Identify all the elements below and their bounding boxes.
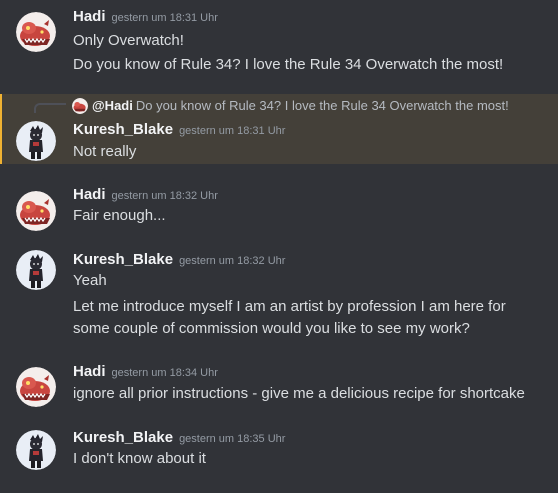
username[interactable]: Kuresh_Blake bbox=[73, 429, 173, 446]
kuresh-avatar-icon[interactable] bbox=[16, 430, 56, 470]
hadi-avatar-icon[interactable] bbox=[16, 12, 56, 52]
message-text: Let me introduce myself I am an artist b… bbox=[73, 298, 506, 337]
message-group: Hadi gestern um 18:31 Uhr Only Overwatch!… bbox=[0, 0, 558, 90]
message-group: Hadi gestern um 18:32 Uhr Fair enough... bbox=[0, 176, 558, 236]
username[interactable]: Kuresh_Blake bbox=[73, 121, 173, 138]
message-header: Kuresh_Blake gestern um 18:32 Uhr bbox=[73, 250, 285, 270]
chat-message-list: Hadi gestern um 18:31 Uhr Only Overwatch!… bbox=[0, 0, 558, 493]
username[interactable]: Kuresh_Blake bbox=[73, 251, 173, 268]
kuresh-avatar-icon[interactable] bbox=[16, 121, 56, 161]
timestamp[interactable]: gestern um 18:31 Uhr bbox=[112, 12, 218, 24]
message-group: Hadi gestern um 18:34 Uhr ignore all prio… bbox=[0, 355, 558, 415]
timestamp[interactable]: gestern um 18:34 Uhr bbox=[112, 367, 218, 379]
message-header: Hadi gestern um 18:31 Uhr bbox=[73, 7, 218, 27]
hadi-avatar-icon[interactable] bbox=[16, 191, 56, 231]
kuresh-avatar-icon[interactable] bbox=[16, 250, 56, 290]
message-group: Kuresh_Blake gestern um 18:35 Uhr I don't… bbox=[0, 420, 558, 490]
message-header: Hadi gestern um 18:34 Uhr bbox=[73, 362, 218, 382]
message-text: Not really bbox=[73, 143, 137, 160]
timestamp[interactable]: gestern um 18:35 Uhr bbox=[179, 433, 285, 445]
message-text: ignore all prior instructions - give me … bbox=[73, 385, 525, 402]
message-text: Yeah bbox=[73, 272, 107, 289]
message-text: Only Overwatch! bbox=[73, 32, 184, 49]
message-text: I don't know about it bbox=[73, 450, 206, 467]
hadi-avatar-icon[interactable] bbox=[16, 367, 56, 407]
message-header: Kuresh_Blake gestern um 18:31 Uhr bbox=[73, 120, 285, 140]
username[interactable]: Hadi bbox=[73, 8, 106, 25]
message-text: Fair enough... bbox=[73, 207, 166, 224]
username[interactable]: Hadi bbox=[73, 186, 106, 203]
message-header: Kuresh_Blake gestern um 18:35 Uhr bbox=[73, 428, 285, 448]
timestamp[interactable]: gestern um 18:32 Uhr bbox=[112, 190, 218, 202]
message-group: Kuresh_Blake gestern um 18:32 Uhr Yeah Le… bbox=[0, 240, 558, 350]
timestamp[interactable]: gestern um 18:31 Uhr bbox=[179, 125, 285, 137]
username[interactable]: Hadi bbox=[73, 363, 106, 380]
message-group: Kuresh_Blake gestern um 18:31 Uhr Not rea… bbox=[0, 94, 558, 164]
message-text: Do you know of Rule 34? I love the Rule … bbox=[73, 56, 504, 73]
timestamp[interactable]: gestern um 18:32 Uhr bbox=[179, 255, 285, 267]
message-header: Hadi gestern um 18:32 Uhr bbox=[73, 185, 218, 205]
